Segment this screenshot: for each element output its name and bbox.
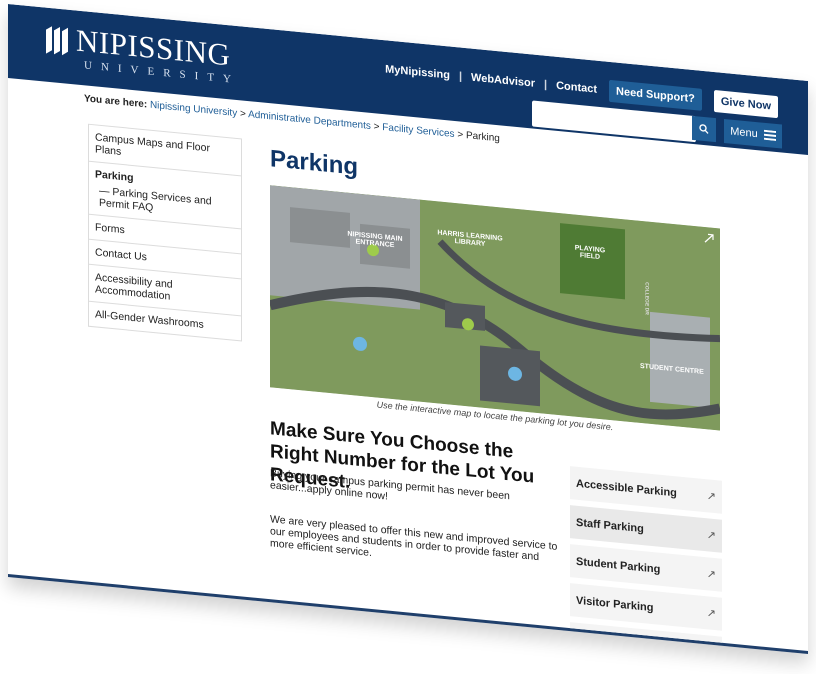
breadcrumb-link[interactable]: Facility Services <box>382 122 454 140</box>
webadvisor-link[interactable]: WebAdvisor <box>471 72 535 90</box>
need-support-button[interactable]: Need Support? <box>609 79 702 111</box>
link-label: Visitor Parking <box>576 594 654 614</box>
arrow-up-right-icon: ↗ <box>706 529 716 543</box>
link-label: Staff Parking <box>576 516 644 535</box>
breadcrumb-prefix: You are here: <box>84 93 148 111</box>
map-label: COLLEGE DR <box>643 281 650 316</box>
breadcrumb-separator: > <box>239 108 249 121</box>
sidebar-nav: Campus Maps and Floor Plans Parking — Pa… <box>88 123 242 342</box>
breadcrumb-separator: > <box>457 129 466 142</box>
menu-button[interactable]: Menu <box>724 118 782 149</box>
give-now-button[interactable]: Give Now <box>713 89 778 119</box>
page-title: Parking <box>270 145 359 181</box>
arrow-up-right-icon: ↗ <box>706 568 716 582</box>
menu-label: Menu <box>730 125 758 141</box>
arrow-up-right-icon: ↗ <box>706 646 716 655</box>
map-illustration <box>270 185 720 431</box>
hamburger-icon <box>763 129 776 141</box>
contact-link[interactable]: Contact <box>556 80 597 96</box>
campus-map[interactable]: NIPISSING MAIN ENTRANCE HARRIS LEARNING … <box>270 185 720 431</box>
breadcrumb-current: Parking <box>465 130 500 145</box>
nipissing-logo-icon <box>46 26 68 56</box>
breadcrumb-separator: > <box>373 121 383 134</box>
page-card: NIPISSING UNIVERSITY MyNipissing | WebAd… <box>8 4 808 655</box>
link-label: Student Parking <box>576 555 661 576</box>
search-button[interactable] <box>692 115 716 143</box>
arrow-up-right-icon: ↗ <box>706 490 716 504</box>
link-label: Accessible Parking <box>576 477 677 499</box>
arrow-up-right-icon: ↗ <box>706 607 716 621</box>
link-label: Bicycle Parking <box>576 633 658 654</box>
search-icon <box>699 124 709 134</box>
quick-links: Accessible Parking ↗ Staff Parking ↗ Stu… <box>570 466 722 655</box>
breadcrumb-link[interactable]: Nipissing University <box>150 100 237 119</box>
expand-icon[interactable] <box>704 233 714 244</box>
body-paragraph: We are very pleased to offer this new an… <box>270 513 558 564</box>
separator: | <box>458 70 463 83</box>
breadcrumb-link[interactable]: Administrative Departments <box>248 109 371 132</box>
mynipissing-link[interactable]: MyNipissing <box>385 63 450 81</box>
separator: | <box>544 78 548 91</box>
